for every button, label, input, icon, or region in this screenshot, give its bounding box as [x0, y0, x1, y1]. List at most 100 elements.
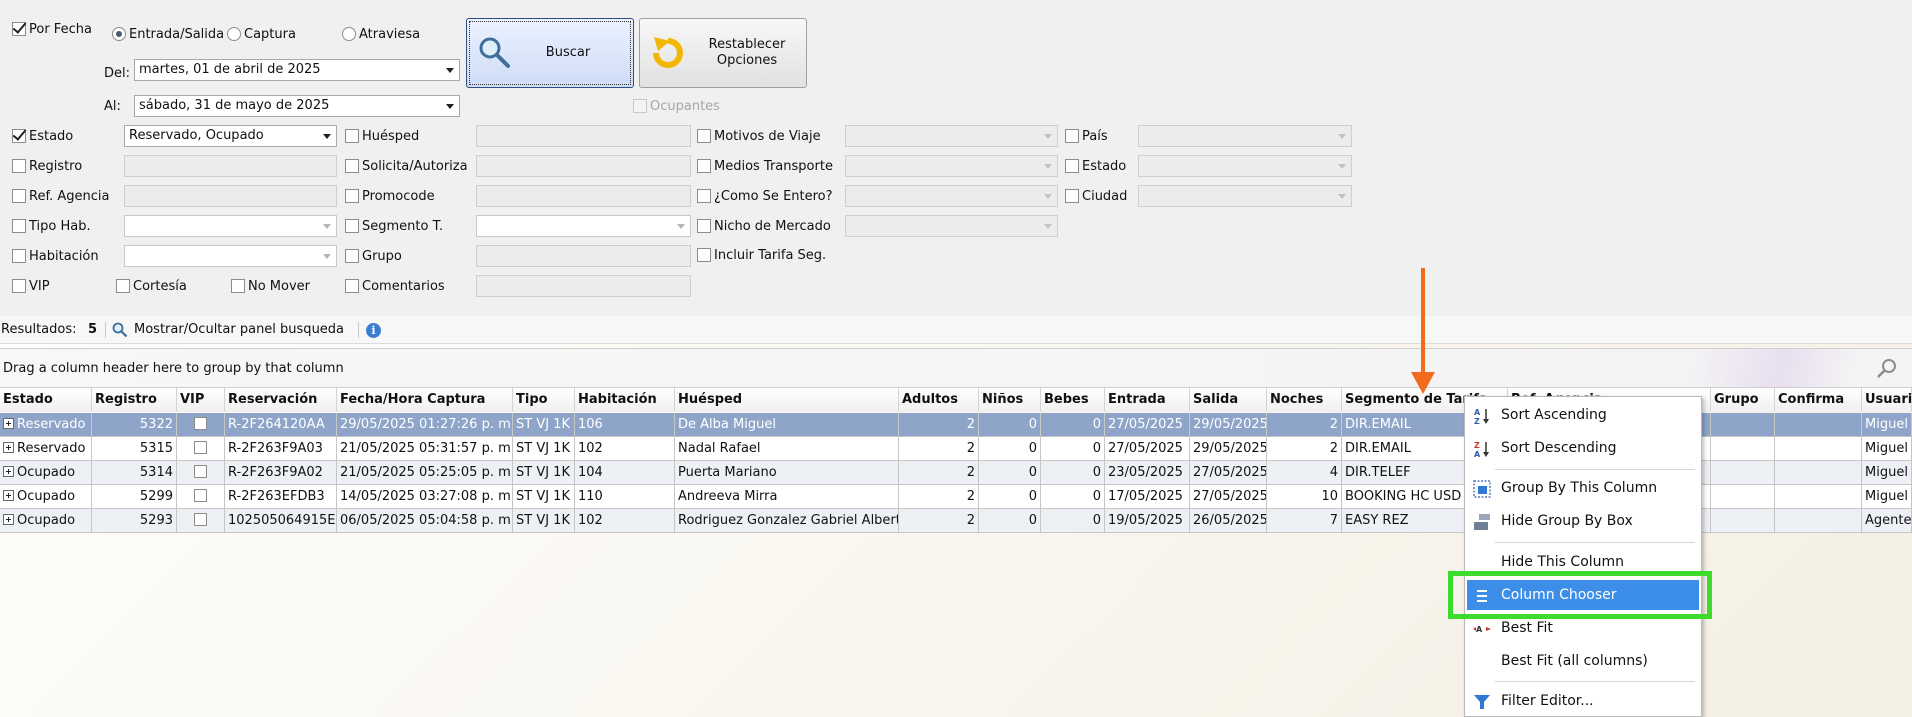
estado-checkbox[interactable]: Estado — [12, 128, 73, 145]
ciudad-select[interactable] — [1138, 185, 1352, 207]
column-header[interactable]: Usuario — [1862, 388, 1912, 412]
menu-item-best-fit-all[interactable]: Best Fit (all columns) — [1467, 646, 1699, 676]
dropdown-arrow-icon — [677, 224, 685, 229]
radio-captura[interactable]: Captura — [227, 26, 296, 43]
dropdown-arrow-icon — [1338, 164, 1346, 169]
promocode-checkbox[interactable]: Promocode — [345, 188, 435, 205]
menu-item-hide-group-by-box[interactable]: Hide Group By Box — [1467, 506, 1699, 536]
column-header[interactable]: VIP — [177, 388, 225, 412]
registro-input[interactable] — [124, 155, 337, 177]
search-icon — [112, 322, 128, 338]
dropdown-arrow-icon — [1338, 134, 1346, 139]
checkbox-icon — [345, 158, 359, 173]
solicita-autoriza-checkbox[interactable]: Solicita/Autoriza — [345, 158, 468, 175]
restablecer-opciones-button[interactable]: Restablecer Opciones — [639, 18, 807, 88]
vip-cell-checkbox[interactable] — [194, 465, 207, 478]
solicita-autoriza-input[interactable] — [476, 155, 691, 177]
medios-checkbox[interactable]: Medios Transporte — [697, 158, 833, 175]
comentarios-checkbox[interactable]: Comentarios — [345, 278, 445, 295]
grupo-checkbox[interactable]: Grupo — [345, 248, 402, 265]
column-header[interactable]: Registro — [92, 388, 177, 412]
dropdown-arrow-icon — [446, 68, 454, 73]
al-date-picker[interactable]: sábado, 31 de mayo de 2025 — [134, 95, 460, 117]
column-header[interactable]: Salida — [1190, 388, 1267, 412]
results-bar: Resultados: 5 Mostrar/Ocultar panel busq… — [0, 316, 1912, 344]
column-header[interactable]: Reservación — [225, 388, 337, 412]
column-header[interactable]: Huésped — [675, 388, 899, 412]
expand-row-icon[interactable] — [3, 466, 14, 477]
ref-agencia-checkbox[interactable]: Ref. Agencia — [12, 188, 109, 205]
estado-region-select[interactable] — [1138, 155, 1352, 177]
menu-item-sort-descending[interactable]: Z A Sort Descending — [1467, 433, 1699, 463]
svg-text:Z: Z — [1474, 417, 1480, 425]
estado-select[interactable]: Reservado, Ocupado — [124, 125, 337, 147]
segmento-select[interactable] — [476, 215, 691, 237]
menu-item-sort-ascending[interactable]: A Z Sort Ascending — [1467, 400, 1699, 430]
grupo-input[interactable] — [476, 245, 691, 267]
como-se-entero-select[interactable] — [845, 185, 1058, 207]
dropdown-arrow-icon — [323, 254, 331, 259]
checkbox-icon — [231, 278, 245, 293]
ref-agencia-input[interactable] — [124, 185, 337, 207]
expand-row-icon[interactable] — [3, 514, 14, 525]
menu-separator — [1495, 469, 1695, 470]
group-by-icon — [1473, 480, 1491, 498]
tipo-hab-select[interactable] — [124, 215, 337, 237]
column-header[interactable]: Niños — [979, 388, 1041, 412]
expand-row-icon[interactable] — [3, 442, 14, 453]
pais-checkbox[interactable]: País — [1065, 128, 1108, 145]
column-header[interactable]: Entrada — [1105, 388, 1190, 412]
menu-item-group-by-column[interactable]: Group By This Column — [1467, 473, 1699, 503]
info-icon[interactable]: i — [366, 323, 381, 338]
del-label: Del: — [104, 66, 130, 81]
incluir-tarifa-checkbox[interactable]: Incluir Tarifa Seg. — [697, 247, 826, 264]
menu-item-filter-editor[interactable]: Filter Editor... — [1467, 686, 1699, 716]
tipo-hab-checkbox[interactable]: Tipo Hab. — [12, 218, 91, 235]
huesped-checkbox[interactable]: Huésped — [345, 128, 419, 145]
expand-row-icon[interactable] — [3, 418, 14, 429]
comentarios-input[interactable] — [476, 275, 691, 297]
column-header[interactable]: Estado — [0, 388, 92, 412]
radio-entrada-salida[interactable]: Entrada/Salida — [112, 26, 224, 43]
por-fecha-checkbox[interactable]: Por Fecha — [12, 21, 92, 38]
como-se-entero-checkbox[interactable]: ¿Como Se Entero? — [697, 188, 833, 205]
find-panel-search-icon[interactable] — [1876, 357, 1898, 379]
expand-row-icon[interactable] — [3, 490, 14, 501]
pais-select[interactable] — [1138, 125, 1352, 147]
nicho-checkbox[interactable]: Nicho de Mercado — [697, 218, 831, 235]
vip-cell-checkbox[interactable] — [194, 489, 207, 502]
radio-atraviesa[interactable]: Atraviesa — [342, 26, 420, 43]
segmento-checkbox[interactable]: Segmento T. — [345, 218, 443, 235]
buscar-button[interactable]: Buscar — [466, 18, 634, 88]
checkbox-icon — [12, 218, 26, 233]
vip-cell-checkbox[interactable] — [194, 417, 207, 430]
best-fit-icon: A — [1473, 625, 1491, 634]
vip-cell-checkbox[interactable] — [194, 513, 207, 526]
habitacion-select[interactable] — [124, 245, 337, 267]
vip-checkbox[interactable]: VIP — [12, 278, 50, 295]
column-header[interactable]: Grupo — [1711, 388, 1775, 412]
estado-region-checkbox[interactable]: Estado — [1065, 158, 1126, 175]
ocupantes-checkbox[interactable]: Ocupantes — [633, 98, 720, 115]
group-by-box[interactable]: Drag a column header here to group by th… — [0, 348, 1912, 388]
vip-cell-checkbox[interactable] — [194, 441, 207, 454]
nicho-select[interactable] — [845, 215, 1058, 237]
column-header[interactable]: Confirma — [1775, 388, 1862, 412]
column-header[interactable]: Tipo — [513, 388, 575, 412]
no-mover-checkbox[interactable]: No Mover — [231, 278, 310, 295]
column-header[interactable]: Adultos — [899, 388, 979, 412]
medios-select[interactable] — [845, 155, 1058, 177]
column-header[interactable]: Noches — [1267, 388, 1342, 412]
del-date-picker[interactable]: martes, 01 de abril de 2025 — [134, 59, 460, 81]
registro-checkbox[interactable]: Registro — [12, 158, 82, 175]
column-header[interactable]: Fecha/Hora Captura — [337, 388, 513, 412]
huesped-input[interactable] — [476, 125, 691, 147]
column-header[interactable]: Bebes — [1041, 388, 1105, 412]
ciudad-checkbox[interactable]: Ciudad — [1065, 188, 1127, 205]
habitacion-checkbox[interactable]: Habitación — [12, 248, 99, 265]
motivos-checkbox[interactable]: Motivos de Viaje — [697, 128, 821, 145]
promocode-input[interactable] — [476, 185, 691, 207]
motivos-select[interactable] — [845, 125, 1058, 147]
column-header[interactable]: Habitación — [575, 388, 675, 412]
cortesia-checkbox[interactable]: Cortesía — [116, 278, 187, 295]
